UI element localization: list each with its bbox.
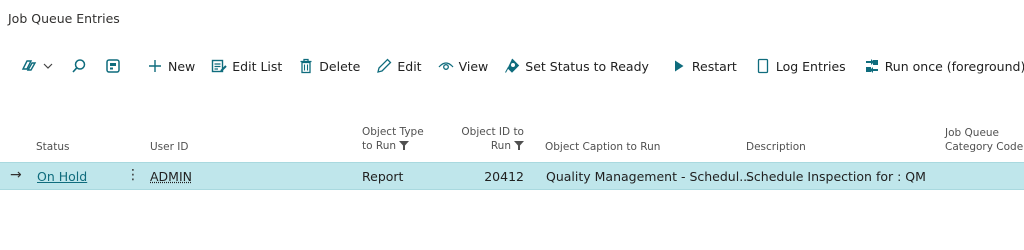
copilot-menu-button[interactable] bbox=[16, 53, 57, 79]
restart-button[interactable]: Restart bbox=[667, 53, 741, 79]
object-type-cell: Report bbox=[362, 169, 404, 184]
eye-icon bbox=[438, 58, 454, 74]
col-header-category-line1: Job Queue bbox=[945, 127, 1000, 139]
layout-button[interactable] bbox=[101, 53, 125, 79]
edit-button-label: Edit bbox=[397, 58, 422, 74]
play-icon bbox=[671, 58, 687, 74]
plus-icon bbox=[147, 58, 163, 74]
col-header-user-id[interactable]: User ID bbox=[150, 140, 188, 154]
document-icon bbox=[755, 58, 771, 74]
filter-icon bbox=[514, 140, 524, 154]
restart-button-label: Restart bbox=[691, 58, 737, 74]
col-header-object-type-line1: Object Type bbox=[362, 126, 424, 138]
layout-icon bbox=[105, 58, 121, 74]
user-id-cell[interactable]: ADMIN bbox=[150, 169, 192, 184]
run-once-icon bbox=[864, 58, 880, 74]
col-header-object-caption[interactable]: Object Caption to Run bbox=[545, 140, 660, 154]
action-bar: New Edit List Delete Edit View Set Statu… bbox=[0, 52, 1024, 80]
col-header-category-code[interactable]: Job Queue Category Code bbox=[945, 126, 1023, 154]
col-header-object-id[interactable]: Object ID to Run bbox=[452, 125, 524, 154]
page-title: Job Queue Entries bbox=[8, 11, 120, 26]
col-header-description[interactable]: Description bbox=[746, 140, 806, 154]
edit-list-icon bbox=[211, 58, 227, 74]
set-status-ready-button[interactable]: Set Status to Ready bbox=[500, 53, 653, 79]
trash-icon bbox=[298, 58, 314, 74]
log-entries-label: Log Entries bbox=[775, 58, 846, 74]
object-id-cell: 20412 bbox=[484, 169, 524, 184]
delete-button[interactable]: Delete bbox=[294, 53, 364, 79]
search-icon bbox=[71, 58, 87, 74]
col-header-category-line2: Category Code bbox=[945, 141, 1024, 153]
col-header-object-type-line2: to Run bbox=[362, 140, 397, 152]
col-header-object-id-line2: Run bbox=[490, 140, 511, 152]
row-arrow-icon: → bbox=[10, 167, 22, 183]
chevron-down-icon bbox=[43, 58, 53, 74]
new-button[interactable]: New bbox=[143, 53, 199, 79]
table-header: Status User ID Object Type to Run Object… bbox=[0, 118, 1024, 158]
filter-icon bbox=[399, 140, 410, 154]
col-header-object-type[interactable]: Object Type to Run bbox=[362, 125, 424, 154]
set-status-ready-label: Set Status to Ready bbox=[525, 58, 649, 74]
log-entries-button[interactable]: Log Entries bbox=[751, 53, 850, 79]
edit-list-button[interactable]: Edit List bbox=[207, 53, 286, 79]
row-menu-icon[interactable]: ⋮ bbox=[126, 167, 140, 183]
run-once-label: Run once (foreground) bbox=[884, 58, 1024, 74]
run-once-button[interactable]: Run once (foreground) bbox=[860, 53, 1024, 79]
new-button-label: New bbox=[168, 58, 196, 74]
edit-list-button-label: Edit List bbox=[232, 58, 283, 74]
view-button[interactable]: View bbox=[434, 53, 493, 79]
col-header-object-id-line1: Object ID to bbox=[461, 126, 524, 138]
view-button-label: View bbox=[458, 58, 489, 74]
status-link[interactable]: On Hold bbox=[37, 169, 87, 184]
table-row[interactable]: → On Hold ⋮ ADMIN Report 20412 Quality M… bbox=[0, 162, 1024, 190]
search-button[interactable] bbox=[67, 53, 91, 79]
copilot-icon bbox=[20, 58, 38, 74]
delete-button-label: Delete bbox=[319, 58, 361, 74]
description-cell: Schedule Inspection for : QM bbox=[746, 169, 926, 184]
status-ready-icon bbox=[504, 58, 520, 74]
pencil-icon bbox=[376, 58, 392, 74]
edit-button[interactable]: Edit bbox=[372, 53, 425, 79]
object-caption-cell: Quality Management - Schedul... bbox=[546, 169, 752, 184]
col-header-status[interactable]: Status bbox=[36, 140, 69, 154]
